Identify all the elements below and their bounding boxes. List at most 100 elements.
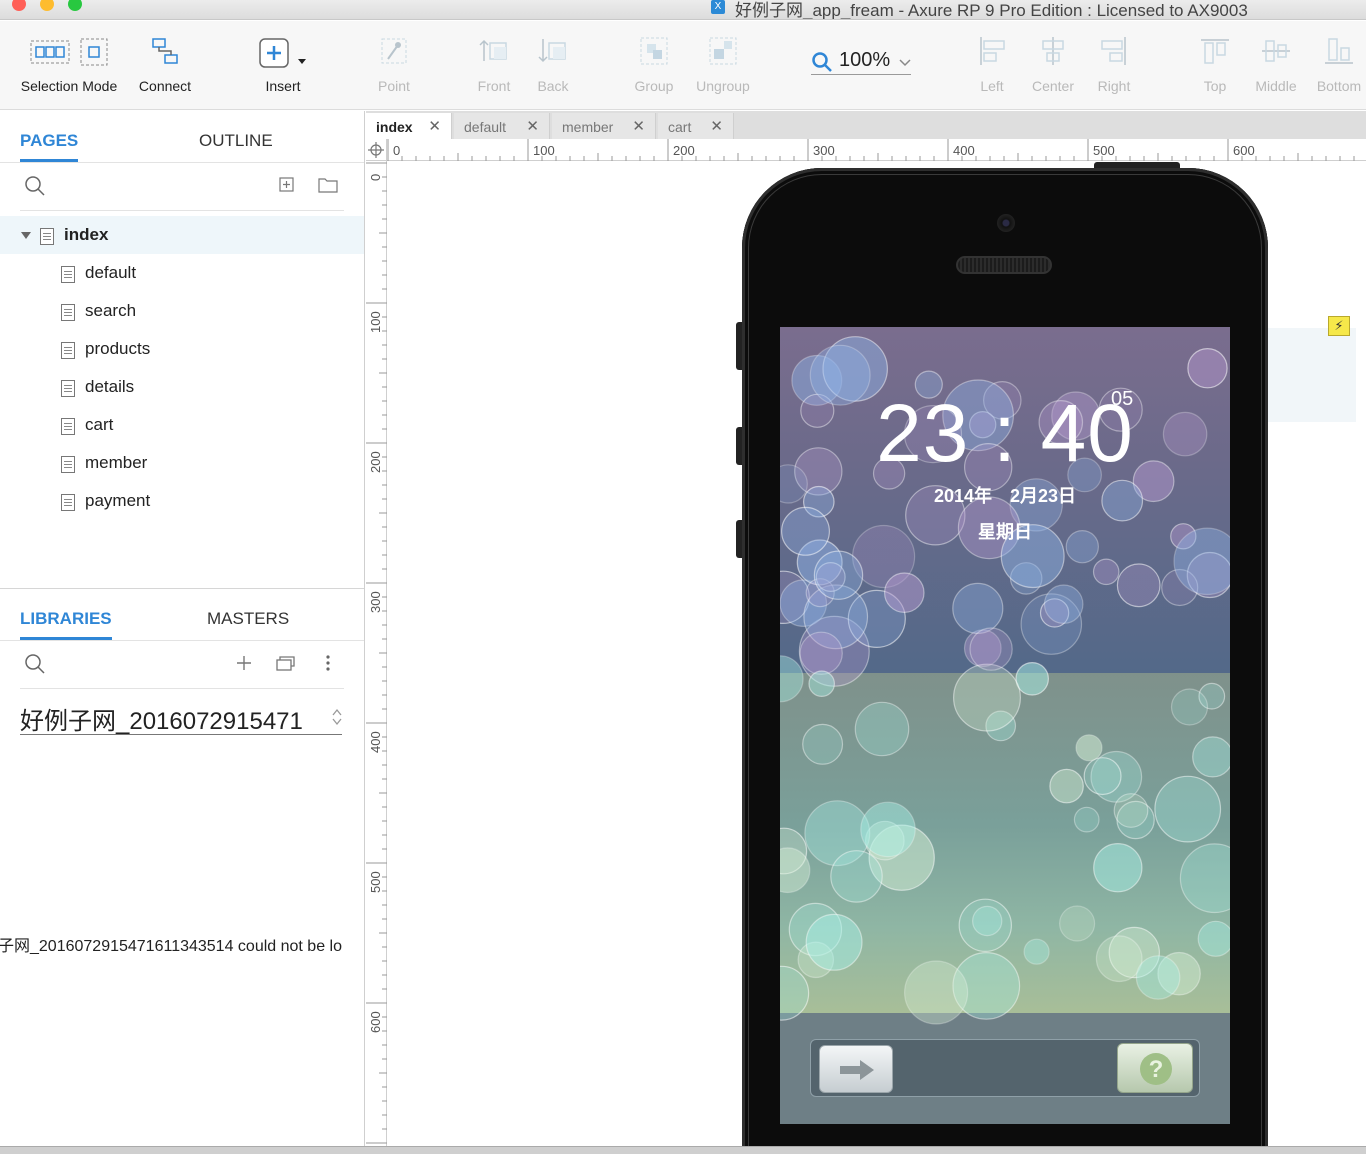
page-icon: [61, 266, 75, 283]
search-icon[interactable]: [24, 653, 46, 675]
selection-mode-button[interactable]: Selection Mode: [14, 21, 124, 110]
slide-unlock-button[interactable]: [819, 1045, 893, 1093]
bokeh-circle: [969, 627, 1013, 671]
ruler-label: 500: [1093, 143, 1115, 158]
unlock-slider[interactable]: ?: [810, 1039, 1200, 1097]
add-folder-icon[interactable]: [318, 176, 338, 194]
tab-label: index: [376, 119, 413, 135]
connect-button[interactable]: Connect: [130, 21, 200, 110]
tab-cart[interactable]: cart ✕: [658, 113, 734, 139]
expand-triangle-icon[interactable]: [21, 232, 31, 239]
page-tree-item[interactable]: default: [0, 254, 364, 292]
lightning-icon[interactable]: ⚡: [1328, 316, 1350, 336]
middle-label: Middle: [1255, 78, 1297, 94]
selection-mode-icon: [29, 35, 109, 67]
document-tabs: index ✕ default ✕ member ✕ cart ✕: [366, 111, 1366, 139]
bring-front-button[interactable]: Front: [468, 21, 520, 110]
ruler-label: 400: [953, 143, 975, 158]
lock-weekday: 星期日: [978, 522, 1032, 542]
help-button[interactable]: ?: [1117, 1043, 1193, 1093]
ruler-label: 500: [368, 871, 383, 893]
page-tree-item[interactable]: payment: [0, 482, 364, 520]
bokeh-circle: [1075, 734, 1103, 762]
page-label: details: [85, 377, 135, 396]
bokeh-circle: [813, 550, 864, 600]
ruler-label: 300: [813, 143, 835, 158]
bokeh-circle: [1187, 348, 1228, 389]
ruler-label: 600: [1233, 143, 1255, 158]
bokeh-circle: [808, 670, 835, 697]
close-tab-icon[interactable]: ✕: [710, 117, 723, 135]
library-select[interactable]: 好例子网_2016072915471: [20, 701, 342, 735]
align-left-button[interactable]: Left: [966, 21, 1018, 110]
align-right-icon: [1098, 35, 1130, 67]
close-window-icon[interactable]: [12, 0, 26, 11]
page-icon: [61, 380, 75, 397]
tab-index[interactable]: index ✕: [366, 113, 452, 139]
page-tree-item[interactable]: cart: [0, 406, 364, 444]
zoom-value: 100%: [839, 49, 891, 71]
send-to-back-icon: [537, 35, 569, 67]
page-tree-item[interactable]: products: [0, 330, 364, 368]
page-tree-item-index[interactable]: index: [0, 216, 364, 254]
align-top-button[interactable]: Top: [1189, 21, 1241, 110]
libraries-toolbar: [20, 641, 344, 689]
zoom-search-icon: [812, 52, 832, 72]
iphone-mockup[interactable]: 23 : 40 05 2014年 2月23日 星期日 ?: [742, 168, 1268, 1146]
close-tab-icon[interactable]: ✕: [428, 117, 441, 135]
more-vertical-icon[interactable]: [324, 654, 332, 672]
bokeh-circle: [884, 572, 925, 614]
send-back-button[interactable]: Back: [527, 21, 579, 110]
design-canvas[interactable]: ⚡ 23 : 40 05 2014年 2月23日 星期日 ?: [388, 162, 1366, 1146]
insert-icon: [256, 35, 310, 71]
plus-icon[interactable]: [236, 655, 252, 671]
page-tree-item[interactable]: search: [0, 292, 364, 330]
lock-screen[interactable]: 23 : 40 05 2014年 2月23日 星期日 ?: [780, 327, 1230, 1124]
stack-icon[interactable]: [276, 654, 298, 672]
group-button[interactable]: Group: [628, 21, 680, 110]
point-button[interactable]: Point: [368, 21, 420, 110]
ruler-origin[interactable]: [366, 139, 387, 161]
insert-button[interactable]: Insert: [248, 21, 318, 110]
tab-outline[interactable]: OUTLINE: [199, 131, 273, 151]
align-center-button[interactable]: Center: [1027, 21, 1079, 110]
left-label: Left: [980, 78, 1004, 94]
page-label: search: [85, 301, 137, 320]
ruler-ticks: [366, 162, 387, 1144]
bokeh-circle: [1170, 688, 1209, 726]
bokeh-circle: [1192, 736, 1230, 778]
bokeh-circle: [1043, 584, 1084, 625]
search-icon[interactable]: [24, 175, 46, 197]
page-tree-item[interactable]: member: [0, 444, 364, 482]
maximize-window-icon[interactable]: [68, 0, 82, 11]
align-top-icon: [1199, 35, 1231, 67]
selection-mode-label: Selection Mode: [20, 78, 118, 94]
close-tab-icon[interactable]: ✕: [526, 117, 539, 135]
tab-member[interactable]: member ✕: [552, 113, 656, 139]
minimize-window-icon[interactable]: [40, 0, 54, 11]
tab-masters[interactable]: MASTERS: [207, 609, 289, 629]
zoom-selector[interactable]: 100%: [811, 47, 911, 75]
page-icon: [61, 494, 75, 511]
ungroup-button[interactable]: Ungroup: [692, 21, 754, 110]
tab-default[interactable]: default ✕: [454, 113, 550, 139]
bokeh-circle: [799, 631, 843, 675]
arrow-right-icon: [840, 1060, 874, 1080]
bokeh-circle: [1135, 955, 1181, 1000]
bokeh-circle: [1092, 558, 1120, 586]
page-label: cart: [85, 415, 114, 434]
align-bottom-icon: [1323, 35, 1355, 67]
add-page-icon[interactable]: [279, 177, 295, 193]
align-right-button[interactable]: Right: [1088, 21, 1140, 110]
page-icon: [61, 342, 75, 359]
bokeh-circle: [802, 723, 844, 765]
close-tab-icon[interactable]: ✕: [632, 117, 645, 135]
tab-libraries[interactable]: LIBRARIES: [20, 609, 112, 640]
tab-pages[interactable]: PAGES: [20, 131, 79, 162]
align-bottom-button[interactable]: Bottom: [1312, 21, 1366, 110]
align-middle-button[interactable]: Middle: [1250, 21, 1302, 110]
page-tree-item[interactable]: details: [0, 368, 364, 406]
bokeh-circle: [1023, 938, 1050, 965]
bokeh-circle: [953, 663, 1022, 732]
bokeh-circle: [1154, 775, 1222, 843]
